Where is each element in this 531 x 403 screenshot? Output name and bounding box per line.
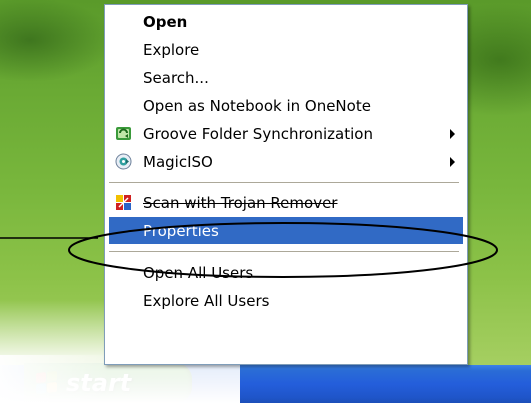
menu-item-open-onenote[interactable]: Open as Notebook in OneNote [109, 92, 463, 119]
menu-item-open[interactable]: Open [109, 8, 463, 35]
menu-item-explore-all-users[interactable]: Explore All Users [109, 287, 463, 314]
menu-item-search[interactable]: Search... [109, 64, 463, 91]
submenu-arrow-icon [450, 129, 455, 139]
menu-item-label: Open [143, 12, 188, 31]
start-label: start [66, 369, 132, 397]
menu-item-label: Search... [143, 68, 209, 87]
menu-separator [109, 251, 459, 252]
menu-item-label: MagicISO [143, 152, 213, 171]
menu-item-label: Open as Notebook in OneNote [143, 96, 371, 115]
menu-item-label: Properties [143, 221, 219, 240]
start-button[interactable]: start [24, 363, 192, 403]
menu-item-magiciso[interactable]: MagicISO [109, 148, 463, 175]
submenu-arrow-icon [450, 157, 455, 167]
context-menu: Open Explore Search... Open as Notebook … [104, 4, 468, 365]
menu-separator [109, 182, 459, 183]
menu-item-trojan-remover[interactable]: Scan with Trojan Remover [109, 189, 463, 216]
menu-item-label: Explore All Users [143, 291, 270, 310]
menu-item-label: Groove Folder Synchronization [143, 124, 373, 143]
menu-item-properties[interactable]: Properties [109, 217, 463, 244]
menu-item-explore[interactable]: Explore [109, 36, 463, 63]
menu-item-label: Scan with Trojan Remover [143, 193, 338, 212]
menu-item-groove-sync[interactable]: Groove Folder Synchronization [109, 120, 463, 147]
menu-item-open-all-users[interactable]: Open All Users [109, 259, 463, 286]
menu-item-label: Explore [143, 40, 200, 59]
menu-item-label: Open All Users [143, 263, 254, 282]
groove-icon [116, 127, 131, 140]
trojan-remover-icon [116, 195, 131, 210]
windows-logo-icon [36, 370, 58, 395]
magiciso-disc-icon [115, 153, 132, 170]
